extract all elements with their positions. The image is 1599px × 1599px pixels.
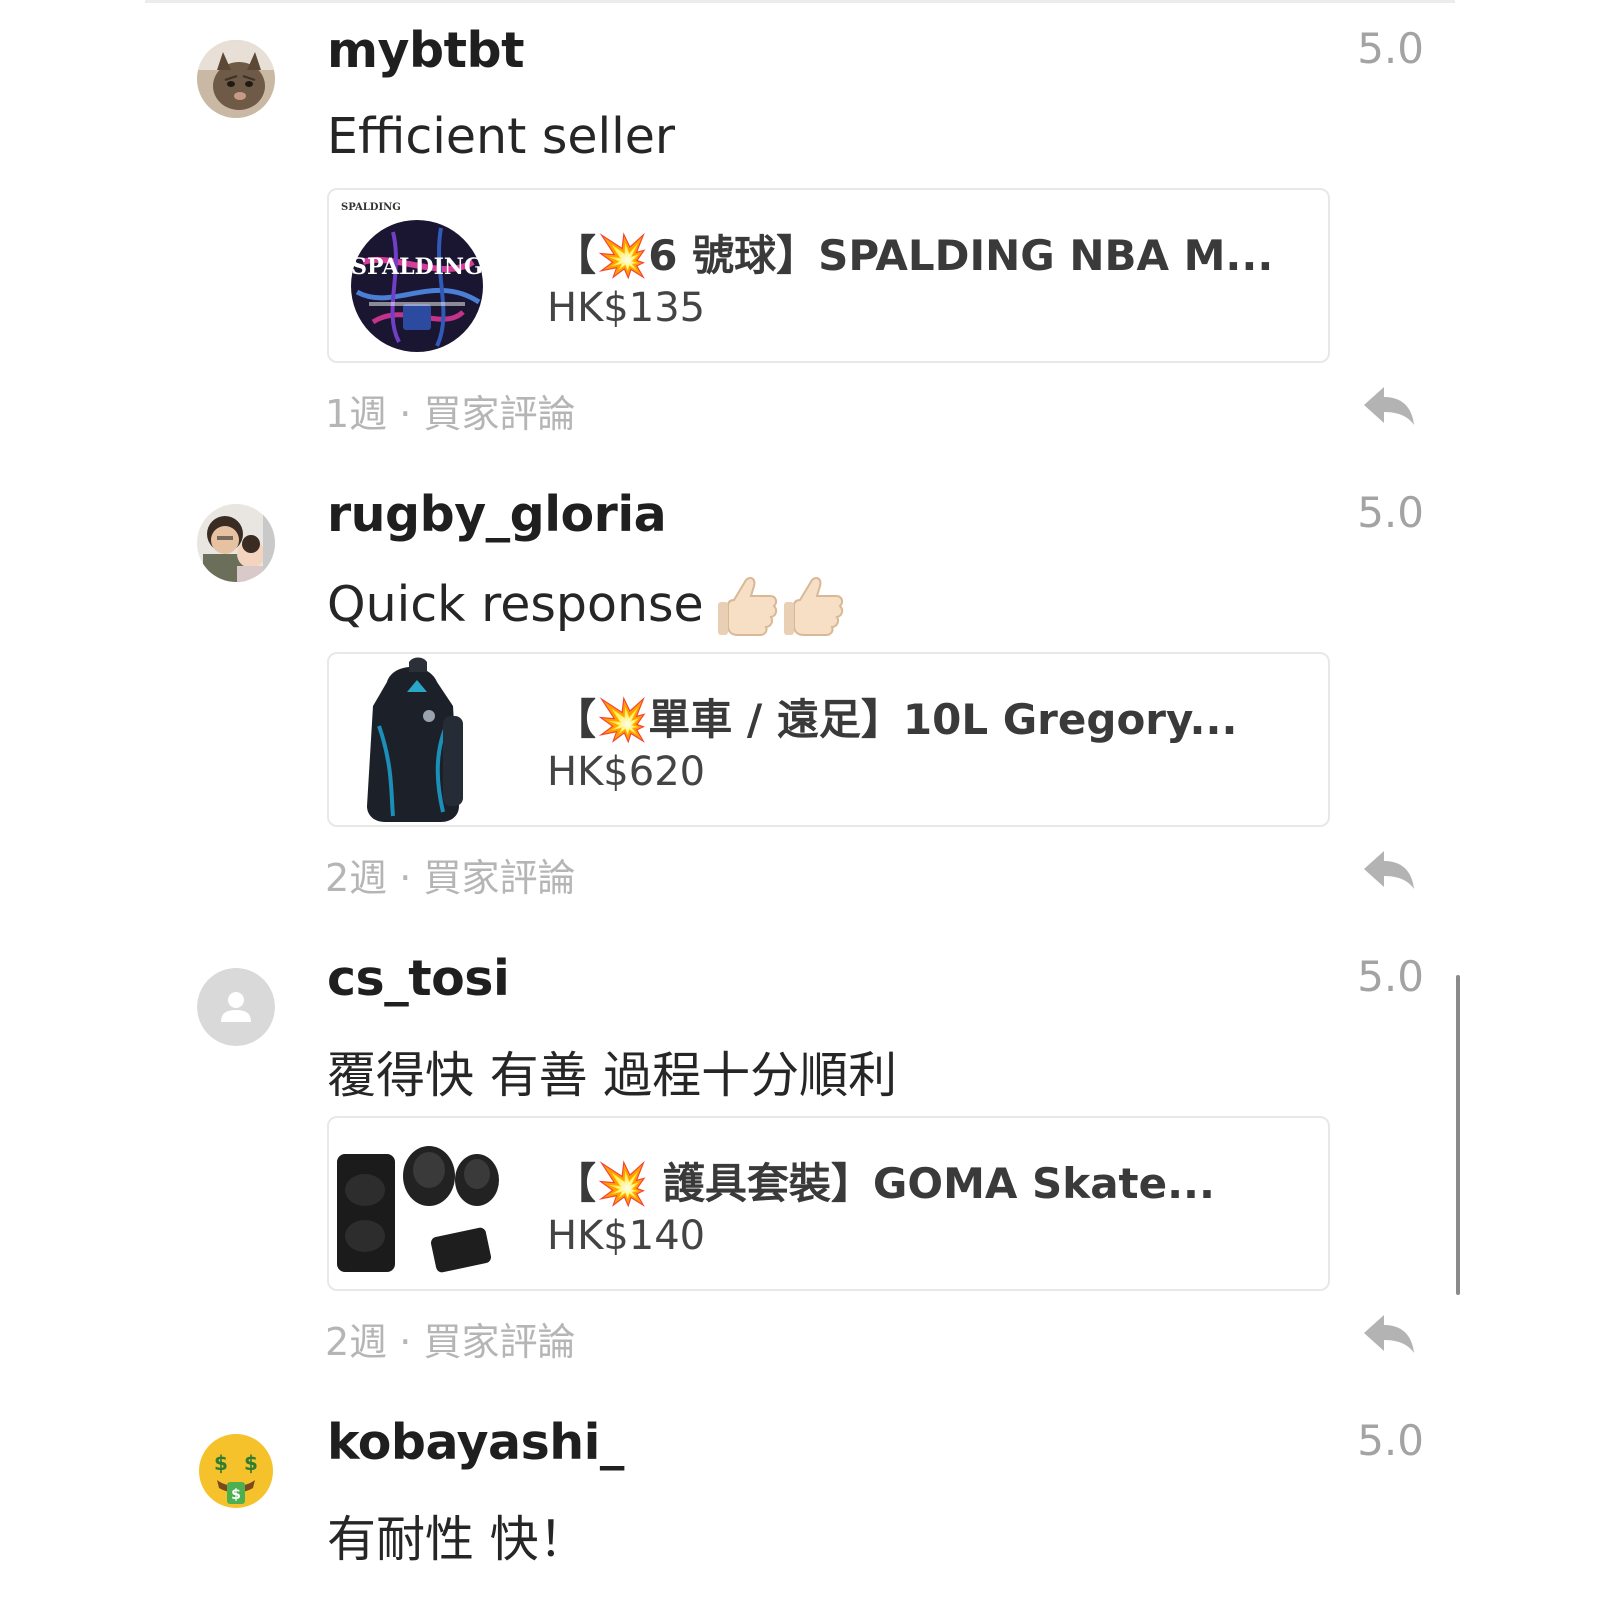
review-time: 1週 [325, 392, 388, 436]
spalding-basketball-image: SPALDING SPALDING [333, 192, 501, 360]
review-comment-text: Efficient seller [327, 108, 676, 165]
thumbs-up-icon [717, 577, 777, 636]
review-comment-text: 有耐性 快！ [327, 1511, 588, 1568]
review-meta: 2週 · 買家評論 [325, 1311, 575, 1366]
svg-text:$: $ [244, 1451, 258, 1475]
product-title[interactable]: 【💥 護具套裝】GOMA Skate... [554, 1150, 1215, 1211]
product-card[interactable]: 【💥 護具套裝】GOMA Skate... HK$140 [327, 1116, 1330, 1291]
review-comment: Quick response [327, 572, 846, 636]
meta-separator: · [399, 1320, 412, 1364]
rating-value: 5.0 [1357, 952, 1424, 1001]
money-mouth-face-emoji-avatar[interactable]: $ $ $ [197, 1432, 275, 1510]
review-item: rugby_gloria 5.0 Quick response 【💥單車 / 遠… [0, 464, 1599, 924]
cat-photo-avatar[interactable] [197, 40, 275, 118]
review-meta: 1週 · 買家評論 [325, 383, 575, 438]
thumbs-up-emoji [716, 572, 846, 636]
review-item: cs_tosi 5.0 覆得快 有善 過程十分順利 【💥 護具套裝】GOMA S… [0, 928, 1599, 1388]
review-type: 買家評論 [423, 392, 576, 436]
review-comment: 有耐性 快！ [327, 1500, 588, 1571]
review-item: $ $ $ kobayashi_ 5.0 有耐性 快！ [0, 1392, 1599, 1599]
reviewer-username[interactable]: mybtbt [327, 22, 525, 79]
product-title[interactable]: 【💥單車 / 遠足】10L Gregory... [554, 686, 1237, 747]
meta-separator: · [399, 856, 412, 900]
default-user-avatar[interactable] [197, 968, 275, 1046]
product-title[interactable]: 【💥6 號球】SPALDING NBA M... [554, 222, 1273, 283]
person-photo-avatar[interactable] [197, 504, 275, 582]
review-time: 2週 [325, 1320, 388, 1364]
rating-value: 5.0 [1357, 488, 1424, 537]
rating-value: 5.0 [1357, 1416, 1424, 1465]
reply-icon[interactable] [1362, 849, 1416, 891]
backpack-image [333, 656, 501, 824]
product-price: HK$620 [547, 749, 706, 795]
reply-icon[interactable] [1362, 1313, 1416, 1355]
review-type: 買家評論 [423, 856, 576, 900]
product-card[interactable]: 【💥單車 / 遠足】10L Gregory... HK$620 [327, 652, 1330, 827]
review-comment-text: Quick response [327, 575, 704, 633]
review-comment: 覆得快 有善 過程十分順利 [327, 1036, 897, 1107]
meta-separator: · [399, 392, 412, 436]
ball-brand-text: SPALDING [351, 254, 483, 280]
brand-mark-text: SPALDING [341, 202, 401, 213]
product-price: HK$135 [547, 285, 706, 331]
review-item: mybtbt 5.0 Efficient seller SPALDING SPA… [0, 0, 1599, 460]
reply-icon[interactable] [1362, 385, 1416, 427]
product-card[interactable]: SPALDING SPALDING 【💥6 號球】SPALDING NBA M.… [327, 188, 1330, 363]
thumbs-up-icon [783, 577, 843, 636]
svg-text:$: $ [231, 1487, 241, 1503]
review-comment: Efficient seller [327, 108, 675, 165]
rating-value: 5.0 [1357, 24, 1424, 73]
product-price: HK$140 [547, 1213, 706, 1259]
reviewer-username[interactable]: cs_tosi [327, 950, 510, 1007]
reviewer-username[interactable]: rugby_gloria [327, 486, 667, 543]
svg-text:$: $ [214, 1451, 228, 1475]
reviewer-username[interactable]: kobayashi_ [327, 1414, 624, 1471]
review-meta: 2週 · 買家評論 [325, 847, 575, 902]
review-time: 2週 [325, 856, 388, 900]
protective-gear-image [333, 1120, 501, 1288]
review-comment-text: 覆得快 有善 過程十分順利 [327, 1047, 898, 1104]
review-type: 買家評論 [423, 1320, 576, 1364]
